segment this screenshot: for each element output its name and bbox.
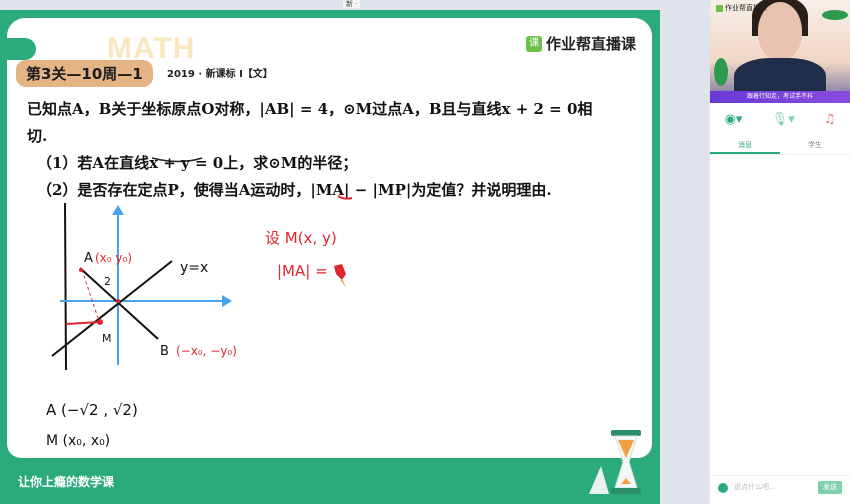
top-bar: 新 · [0, 0, 710, 10]
brand-name: 作业帮直播课 [545, 35, 636, 53]
side-panel: 作业帮直播课 跟着行知走，考试手不抖 ◉▾ 🎙▾ ♫ 消息 学生 说点什么吧..… [710, 0, 850, 504]
camera-icon[interactable]: ◉▾ [725, 112, 743, 127]
chat-input-bar: 说点什么吧... 发送 [710, 475, 850, 500]
video-logo-text: 作业帮直播课 [725, 4, 767, 12]
chat-input[interactable]: 说点什么吧... [734, 482, 776, 492]
logo-icon [716, 4, 723, 12]
leaf-decoration [822, 10, 848, 20]
brand-logo: 课 作业帮直播课 [525, 33, 636, 54]
leaf-decoration [714, 58, 728, 86]
problem-stem-line1: 已知点A，B关于坐标原点O对称，|AB| = 4，⊙M过点A，B且与直线x + … [27, 100, 593, 118]
teacher-video[interactable]: 作业帮直播课 跟着行知走，考试手不抖 [710, 0, 850, 103]
slide-content: MATH 课 作业帮直播课 第3关—10周—1 2019 · 新课标 Ⅰ【文】 … [7, 18, 652, 458]
video-logo: 作业帮直播课 [716, 3, 767, 13]
tab-messages[interactable]: 消息 [710, 136, 780, 154]
question-1: （1）若A在直线x + y = 0上，求⊙M的半径； [37, 154, 358, 172]
brand-icon: 课 [525, 35, 542, 52]
media-controls: ◉▾ 🎙▾ ♫ [710, 104, 850, 134]
problem-stem-line2: 切. [27, 127, 48, 145]
footer-slogan: 让你上瘾的数学课 [18, 475, 115, 489]
question-2: （2）是否存在定点P，使得当A运动时，|MA| − |MP|为定值？并说明理由. [37, 181, 552, 199]
problem-source: 2019 · 新课标 Ⅰ【文】 [167, 69, 273, 80]
tab-students[interactable]: 学生 [780, 136, 850, 154]
video-caption: 跟着行知走，考试手不抖 [710, 91, 850, 103]
slide-tab-decoration [0, 38, 36, 60]
send-button[interactable]: 发送 [818, 481, 842, 494]
hourglass-decoration [589, 430, 641, 494]
input-language-indicator[interactable]: 新 · [343, 0, 361, 8]
chat-tabs: 消息 学生 [710, 136, 850, 155]
music-off-icon[interactable]: ♫ [824, 112, 836, 127]
problem-text: 已知点A，B关于坐标原点O对称，|AB| = 4，⊙M过点A，B且与直线x + … [27, 96, 637, 204]
level-badge: 第3关—10周—1 [16, 60, 153, 87]
microphone-icon[interactable]: 🎙▾ [772, 112, 795, 127]
user-avatar-icon [718, 483, 728, 493]
lesson-slide: MATH 课 作业帮直播课 第3关—10周—1 2019 · 新课标 Ⅰ【文】 … [0, 10, 660, 504]
